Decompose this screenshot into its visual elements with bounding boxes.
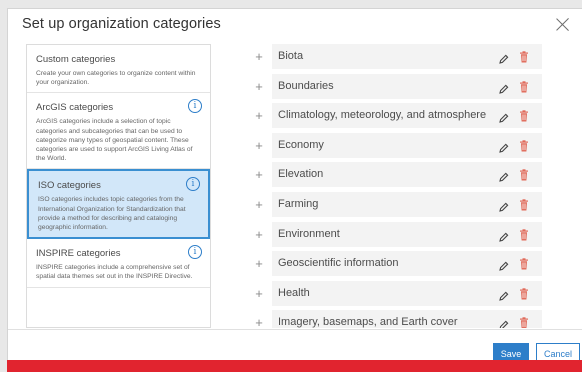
- plus-icon[interactable]: +: [253, 109, 265, 122]
- category-item[interactable]: Biota: [272, 44, 542, 69]
- trash-icon[interactable]: [519, 168, 529, 181]
- trash-icon[interactable]: [519, 139, 529, 152]
- category-row: + Farming: [252, 192, 544, 219]
- pencil-icon[interactable]: [499, 140, 509, 153]
- category-list: + Biota + Boundaries + Climatology, meteorolo…: [252, 44, 544, 328]
- plus-icon[interactable]: +: [253, 80, 265, 93]
- card-description: ISO categories includes topic categories…: [38, 196, 186, 232]
- card-description: INSPIRE categories include a comprehensi…: [36, 264, 193, 281]
- plus-icon[interactable]: +: [253, 228, 265, 241]
- category-label: Economy: [278, 138, 324, 151]
- category-label: Elevation: [278, 168, 324, 181]
- category-item[interactable]: Climatology, meteorology, and atmosphere: [272, 103, 542, 129]
- close-icon[interactable]: [555, 16, 571, 32]
- category-label: Environment: [278, 227, 340, 240]
- category-item[interactable]: Elevation: [272, 162, 542, 188]
- category-row: + Climatology, meteorology, and atmospher…: [252, 103, 544, 130]
- pencil-icon[interactable]: [499, 169, 509, 183]
- category-label: Climatology, meteorology, and atmosphere: [278, 109, 487, 122]
- pencil-icon[interactable]: [499, 51, 509, 64]
- category-row: + Environment: [252, 221, 544, 249]
- plus-icon[interactable]: +: [253, 257, 265, 270]
- pencil-icon[interactable]: [499, 317, 509, 328]
- category-source-card[interactable]: Custom categories Create your own categor…: [27, 45, 210, 94]
- card-description: Create your own categories to organize c…: [36, 70, 196, 87]
- category-label: Biota: [278, 50, 304, 62]
- footer-bar: [7, 360, 582, 372]
- pencil-icon[interactable]: [499, 229, 509, 242]
- card-title: ISO categories: [38, 180, 101, 192]
- category-row: + Boundaries: [252, 73, 544, 101]
- card-title: INSPIRE categories: [36, 248, 121, 260]
- category-label: Imagery, basemaps, and Earth cover: [278, 316, 458, 328]
- trash-icon[interactable]: [519, 316, 529, 328]
- plus-icon[interactable]: +: [253, 198, 265, 211]
- category-item[interactable]: Imagery, basemaps, and Earth cover: [272, 310, 542, 328]
- card-description: ArcGIS categories include a selection of…: [36, 118, 193, 163]
- card-title: Custom categories: [36, 54, 116, 65]
- card-title: ArcGIS categories: [36, 102, 114, 114]
- category-item[interactable]: Environment: [272, 221, 542, 247]
- category-label: Boundaries: [278, 79, 334, 92]
- plus-icon[interactable]: +: [253, 50, 265, 63]
- pencil-icon[interactable]: [499, 199, 509, 212]
- plus-icon[interactable]: +: [253, 139, 265, 152]
- category-row: + Geoscientific information: [252, 251, 544, 278]
- category-label: Health: [278, 286, 310, 299]
- plus-icon[interactable]: +: [253, 168, 265, 181]
- pencil-icon[interactable]: [499, 81, 509, 94]
- categories-dialog: Set up organization categories Custom ca…: [7, 8, 582, 365]
- category-label: Geoscientific information: [278, 257, 399, 270]
- footer-divider: [8, 329, 582, 330]
- plus-icon[interactable]: +: [253, 316, 265, 328]
- trash-icon[interactable]: [519, 228, 529, 241]
- category-item[interactable]: Geoscientific information: [272, 251, 542, 277]
- trash-icon[interactable]: [519, 257, 529, 270]
- plus-icon[interactable]: +: [253, 287, 265, 300]
- category-source-card[interactable]: INSPIRE categories INSPIRE categories inc…: [27, 239, 210, 288]
- trash-icon[interactable]: [519, 198, 529, 211]
- category-item[interactable]: Economy: [272, 132, 542, 158]
- pencil-icon[interactable]: [499, 258, 509, 271]
- trash-icon[interactable]: [519, 50, 529, 63]
- trash-icon[interactable]: [519, 109, 529, 122]
- dialog-title: Set up organization categories: [22, 16, 221, 32]
- trash-icon[interactable]: [519, 287, 529, 300]
- category-row: + Economy: [252, 132, 544, 160]
- category-source-card[interactable]: ISO categories ISO categories includes to…: [27, 169, 210, 240]
- trash-icon[interactable]: [519, 80, 529, 93]
- category-source-list: Custom categories Create your own categor…: [26, 44, 211, 328]
- category-row: + Imagery, basemaps, and Earth cover: [252, 310, 544, 328]
- category-item[interactable]: Farming: [272, 192, 542, 217]
- category-row: + Biota: [252, 44, 544, 71]
- category-item[interactable]: Boundaries: [272, 73, 542, 99]
- pencil-icon[interactable]: [499, 288, 509, 301]
- category-row: + Elevation: [252, 162, 544, 189]
- category-source-card[interactable]: ArcGIS categories ArcGIS categories inclu…: [27, 93, 210, 170]
- category-label: Farming: [278, 198, 319, 210]
- category-item[interactable]: Health: [272, 280, 542, 306]
- pencil-icon[interactable]: [499, 110, 509, 123]
- category-row: + Health: [252, 280, 544, 308]
